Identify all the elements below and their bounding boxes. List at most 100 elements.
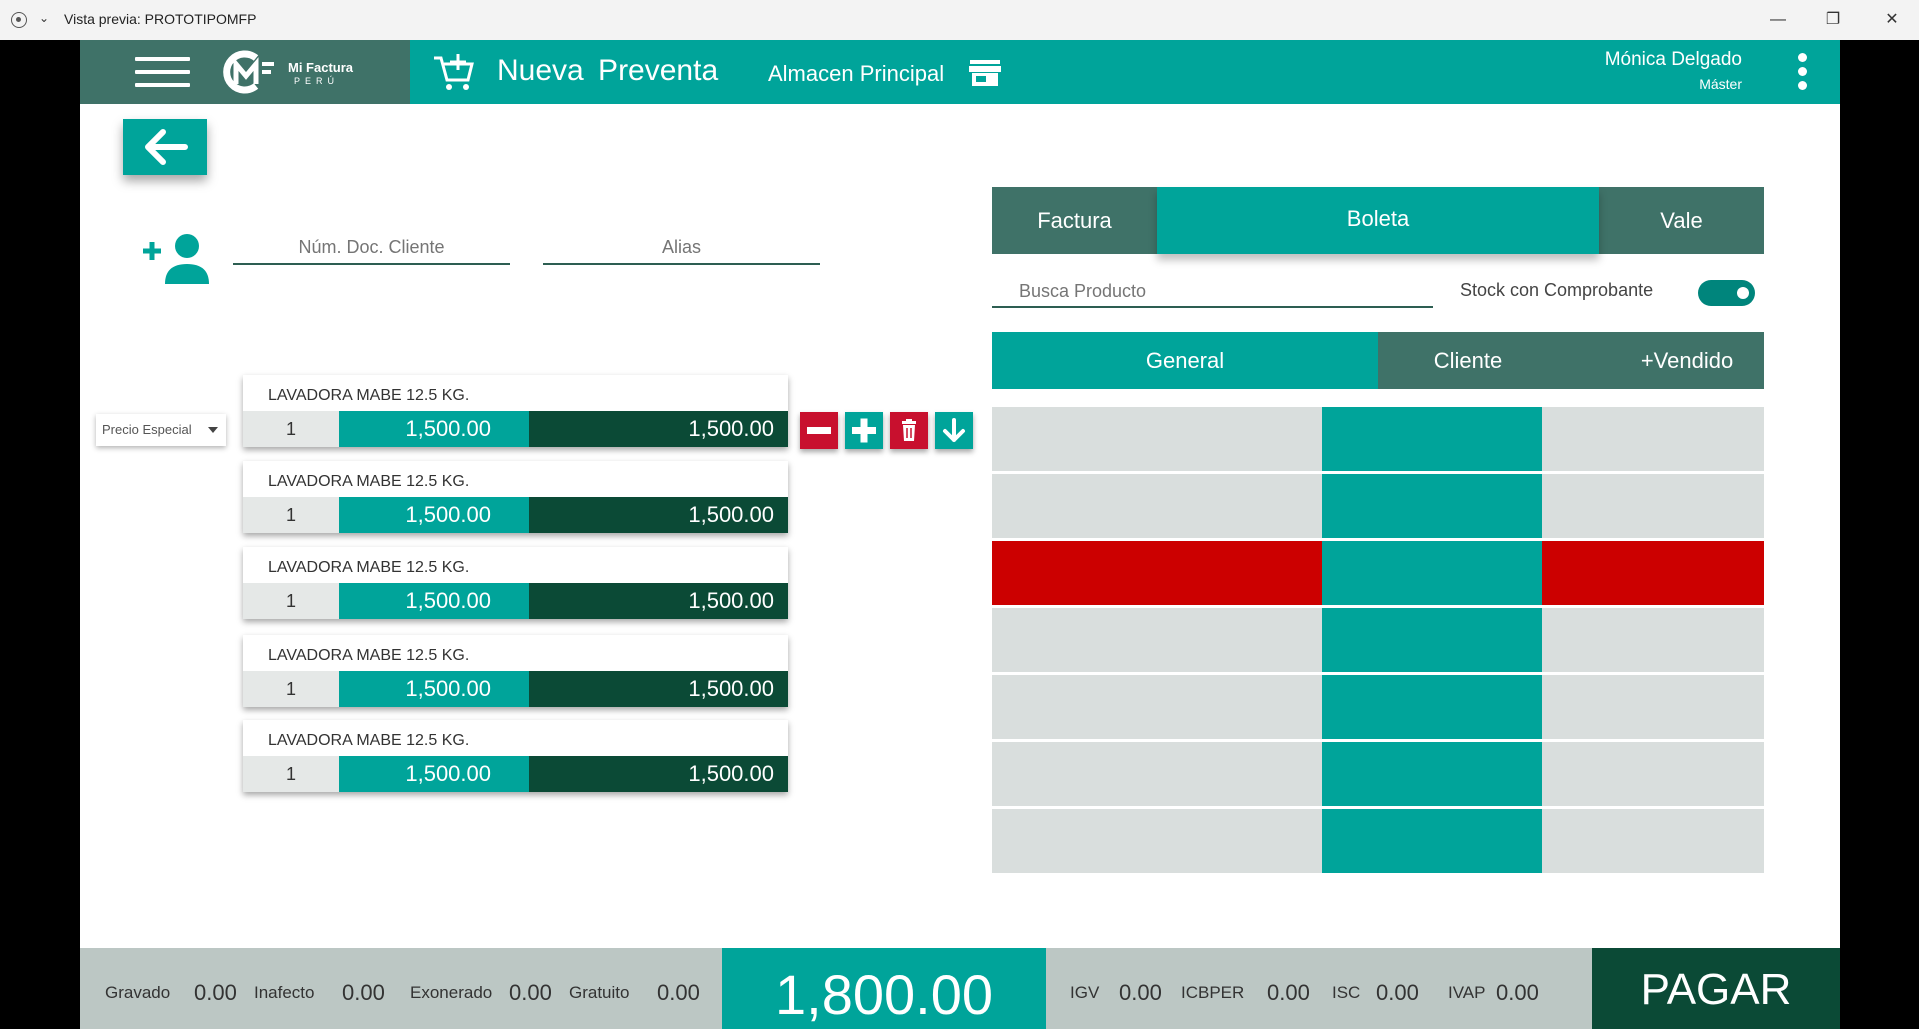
trash-icon xyxy=(902,419,916,441)
igv-label: IGV xyxy=(1070,983,1100,1002)
client-doc-input[interactable] xyxy=(233,231,510,263)
item-total: 1,500.00 xyxy=(529,671,788,707)
item-name: LAVADORA MABE 12.5 KG. xyxy=(268,559,470,576)
product-cell[interactable] xyxy=(1542,541,1764,605)
product-cell[interactable] xyxy=(992,407,1322,471)
document-type-tabs: Factura Boleta Vale xyxy=(992,187,1764,254)
product-cell[interactable] xyxy=(1322,541,1542,605)
item-qty[interactable]: 1 xyxy=(243,497,339,533)
item-price[interactable]: 1,500.00 xyxy=(339,671,529,707)
product-row-highlighted[interactable] xyxy=(992,541,1764,605)
product-cell[interactable] xyxy=(1542,474,1764,538)
increase-qty-button[interactable] xyxy=(845,412,883,449)
add-client-icon[interactable] xyxy=(141,230,213,288)
store-icon[interactable] xyxy=(968,58,1002,88)
item-qty[interactable]: 1 xyxy=(243,671,339,707)
item-total: 1,500.00 xyxy=(529,497,788,533)
tab-factura[interactable]: Factura xyxy=(992,187,1157,254)
stock-toggle[interactable] xyxy=(1698,280,1755,306)
product-cell[interactable] xyxy=(992,675,1322,739)
cart-item[interactable]: LAVADORA MABE 12.5 KG. 1 1,500.00 1,500.… xyxy=(243,461,788,533)
item-qty[interactable]: 1 xyxy=(243,756,339,792)
product-cell[interactable] xyxy=(1322,407,1542,471)
item-total: 1,500.00 xyxy=(529,583,788,619)
cart-item[interactable]: LAVADORA MABE 12.5 KG. 1 1,500.00 1,500.… xyxy=(243,635,788,707)
product-cell[interactable] xyxy=(992,474,1322,538)
item-qty[interactable]: 1 xyxy=(243,411,339,447)
product-row[interactable] xyxy=(992,742,1764,806)
brand-logo: Mi Factura PERÚ xyxy=(218,48,378,96)
minimize-button[interactable]: — xyxy=(1758,6,1798,34)
product-row[interactable] xyxy=(992,608,1764,672)
product-row[interactable] xyxy=(992,675,1764,739)
product-row[interactable] xyxy=(992,474,1764,538)
gratuito-label: Gratuito xyxy=(569,983,630,1002)
dropdown-arrow-icon xyxy=(208,427,218,433)
pay-button[interactable]: PAGAR xyxy=(1592,948,1840,1029)
product-cell[interactable] xyxy=(992,809,1322,873)
grand-total: 1,800.00 xyxy=(722,948,1046,1029)
client-doc-field[interactable] xyxy=(233,231,510,265)
product-cell[interactable] xyxy=(1322,809,1542,873)
item-price[interactable]: 1,500.00 xyxy=(339,411,529,447)
plus-icon xyxy=(852,418,876,443)
move-down-button[interactable] xyxy=(935,412,973,449)
more-options-icon[interactable] xyxy=(1798,53,1808,91)
close-window-button[interactable]: ✕ xyxy=(1872,6,1912,34)
cart-item[interactable]: LAVADORA MABE 12.5 KG. 1 1,500.00 1,500.… xyxy=(243,547,788,619)
product-cell[interactable] xyxy=(1542,407,1764,471)
delete-item-button[interactable] xyxy=(890,412,928,449)
product-search-input[interactable] xyxy=(992,276,1433,306)
exonerado-label: Exonerado xyxy=(410,983,493,1002)
client-alias-input[interactable] xyxy=(543,231,820,263)
price-type-value: Precio Especial xyxy=(102,422,192,437)
logo-name: Mi Factura xyxy=(288,60,354,75)
product-cell[interactable] xyxy=(1322,742,1542,806)
tab-boleta[interactable]: Boleta xyxy=(1157,187,1599,254)
cart-item[interactable]: LAVADORA MABE 12.5 KG. 1 1,500.00 1,500.… xyxy=(243,375,788,447)
tab-mas-vendido[interactable]: +Vendido xyxy=(1612,332,1762,389)
user-role: Máster xyxy=(1699,76,1742,92)
item-price[interactable]: 1,500.00 xyxy=(339,497,529,533)
item-qty[interactable]: 1 xyxy=(243,583,339,619)
product-cell[interactable] xyxy=(1322,608,1542,672)
gravado-value: 0.00 xyxy=(194,980,237,1005)
cart-item[interactable]: LAVADORA MABE 12.5 KG. 1 1,500.00 1,500.… xyxy=(243,720,788,792)
chevron-down-icon[interactable]: ⌄ xyxy=(39,11,49,25)
price-type-select[interactable]: Precio Especial xyxy=(96,414,226,446)
client-alias-field[interactable] xyxy=(543,231,820,265)
app-header: Mi Factura PERÚ Nueva Preventa Almacen P… xyxy=(80,40,1840,104)
product-cell[interactable] xyxy=(1542,608,1764,672)
user-name[interactable]: Mónica Delgado xyxy=(1605,49,1742,71)
window-title: Vista previa: PROTOTIPOMFP xyxy=(64,11,257,27)
window-titlebar: ⌄ Vista previa: PROTOTIPOMFP — ❐ ✕ xyxy=(0,0,1919,40)
item-name: LAVADORA MABE 12.5 KG. xyxy=(268,647,470,664)
product-cell[interactable] xyxy=(1542,809,1764,873)
menu-icon[interactable] xyxy=(135,57,190,87)
product-cell[interactable] xyxy=(1542,675,1764,739)
decrease-qty-button[interactable] xyxy=(800,412,838,449)
exonerado-value: 0.00 xyxy=(509,980,552,1005)
item-price[interactable]: 1,500.00 xyxy=(339,583,529,619)
product-row[interactable] xyxy=(992,809,1764,873)
igv-value: 0.00 xyxy=(1119,980,1162,1005)
back-button[interactable] xyxy=(123,119,207,175)
product-cell[interactable] xyxy=(1322,474,1542,538)
totals-footer: Gravado 0.00 Inafecto 0.00 Exonerado 0.0… xyxy=(80,948,1840,1029)
item-price[interactable]: 1,500.00 xyxy=(339,756,529,792)
record-icon[interactable] xyxy=(11,12,27,28)
product-cell[interactable] xyxy=(1542,742,1764,806)
product-search-field[interactable] xyxy=(992,276,1433,308)
product-cell[interactable] xyxy=(992,541,1322,605)
product-cell[interactable] xyxy=(992,742,1322,806)
tab-general[interactable]: General xyxy=(992,332,1378,389)
tab-cliente[interactable]: Cliente xyxy=(1378,332,1558,389)
store-name[interactable]: Almacen Principal xyxy=(768,61,944,87)
logo-country: PERÚ xyxy=(294,76,340,86)
tab-vale[interactable]: Vale xyxy=(1599,187,1764,254)
maximize-button[interactable]: ❐ xyxy=(1813,6,1853,34)
product-cell[interactable] xyxy=(1322,675,1542,739)
product-row[interactable] xyxy=(992,407,1764,471)
item-name: LAVADORA MABE 12.5 KG. xyxy=(268,387,470,404)
product-cell[interactable] xyxy=(992,608,1322,672)
